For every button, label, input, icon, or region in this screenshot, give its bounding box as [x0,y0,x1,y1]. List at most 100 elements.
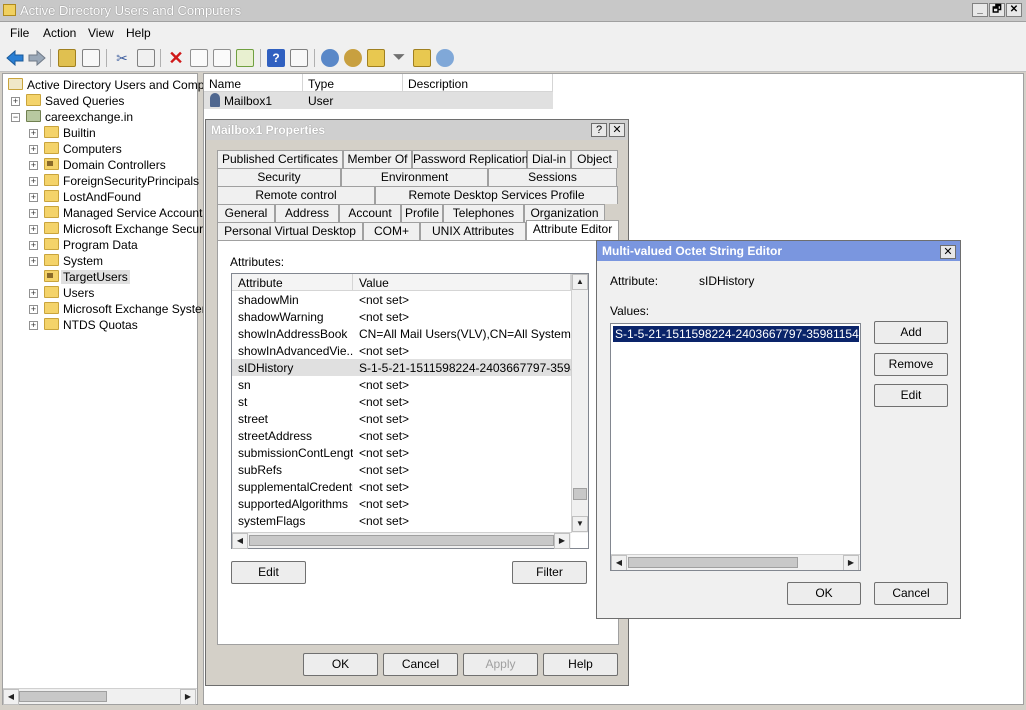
expand-icon[interactable]: + [29,129,38,138]
expand-icon[interactable]: + [29,209,38,218]
tab-security[interactable]: Security [217,168,341,186]
properties-icon[interactable] [190,49,208,67]
scroll-thumb[interactable] [628,557,798,568]
scroll-left-icon[interactable]: ◀ [611,555,627,570]
help-icon[interactable]: ? [267,49,285,67]
restore-button[interactable]: 🗗 [989,3,1005,17]
menu-view[interactable]: View [88,26,114,40]
expand-icon[interactable]: + [29,257,38,266]
grid-header-value[interactable]: Value [353,274,571,291]
minimize-button[interactable]: _ [972,3,988,17]
attribute-row[interactable]: shadowWarning <not set> [232,308,571,325]
column-header-name[interactable]: Name [204,74,303,92]
new-user-icon[interactable] [321,49,339,67]
expand-icon[interactable]: + [29,161,38,170]
up-folder-icon[interactable] [58,49,76,67]
forward-arrow-icon[interactable] [28,50,46,66]
expand-icon[interactable]: + [11,97,20,106]
tab-attribute-editor[interactable]: Attribute Editor [526,220,619,240]
attribute-row[interactable]: shadowMin <not set> [232,291,571,308]
attribute-row[interactable]: sIDHistory S-1-5-21-1511598224-2403667797… [232,359,571,376]
menu-file[interactable]: File [10,26,29,40]
back-arrow-icon[interactable] [6,50,24,66]
editor-cancel-button[interactable]: Cancel [874,582,948,605]
attribute-row[interactable]: streetAddress <not set> [232,427,571,444]
tab-sessions[interactable]: Sessions [488,168,617,186]
tab-telephones[interactable]: Telephones [443,204,524,222]
attribute-row[interactable]: supplementalCredenti... <not set> [232,478,571,495]
edit-attribute-button[interactable]: Edit [231,561,306,584]
properties-apply-button[interactable]: Apply [463,653,538,676]
close-button[interactable]: ✕ [1006,3,1022,17]
expand-icon[interactable]: + [29,289,38,298]
action-pane-icon[interactable] [290,49,308,67]
tab-account[interactable]: Account [339,204,401,222]
scroll-up-icon[interactable]: ▲ [572,274,588,290]
scroll-down-icon[interactable]: ▼ [572,516,588,532]
tab-environment[interactable]: Environment [341,168,488,186]
menu-action[interactable]: Action [43,26,76,40]
filter-icon[interactable]: ⏷ [390,49,408,67]
value-item-selected[interactable]: S-1-5-21-1511598224-2403667797-359811546… [613,326,859,342]
tab-dial-in[interactable]: Dial-in [527,150,571,168]
grid-horizontal-scrollbar[interactable]: ◀ ▶ [232,532,571,549]
copy-icon[interactable] [137,49,155,67]
tab-address[interactable]: Address [275,204,339,222]
properties-ok-button[interactable]: OK [303,653,378,676]
tab-general[interactable]: General [217,204,275,222]
list-item-mailbox1[interactable]: Mailbox1 User [204,92,553,109]
properties-help-action-button[interactable]: Help [543,653,618,676]
tab-remote-control[interactable]: Remote control [217,186,375,204]
tab-published-certificates[interactable]: Published Certificates [217,150,343,168]
expand-icon[interactable]: + [29,193,38,202]
find-icon[interactable] [413,49,431,67]
expand-icon[interactable]: + [29,241,38,250]
delete-icon[interactable]: ✕ [167,49,185,67]
tab-password-replication[interactable]: Password Replication [412,150,528,168]
properties-cancel-button[interactable]: Cancel [383,653,458,676]
scroll-right-icon[interactable]: ▶ [843,555,859,570]
collapse-icon[interactable]: − [11,113,20,122]
grid-header-attribute[interactable]: Attribute [232,274,353,291]
attribute-row[interactable]: submissionContLength <not set> [232,444,571,461]
attribute-row[interactable]: st <not set> [232,393,571,410]
filter-button[interactable]: Filter [512,561,587,584]
tab-personal-virtual-desktop[interactable]: Personal Virtual Desktop [217,222,363,240]
refresh-icon[interactable] [213,49,231,67]
add-to-group-icon[interactable] [436,49,454,67]
values-listbox[interactable]: S-1-5-21-1511598224-2403667797-359811546… [610,323,861,571]
editor-close-button[interactable]: ✕ [940,245,956,259]
scroll-thumb[interactable] [573,488,587,500]
attribute-row[interactable]: street <not set> [232,410,571,427]
attribute-row[interactable]: subRefs <not set> [232,461,571,478]
tab-remote-desktop-services-profile[interactable]: Remote Desktop Services Profile [375,186,618,204]
remove-value-button[interactable]: Remove [874,353,948,376]
new-group-icon[interactable] [344,49,362,67]
new-ou-icon[interactable] [367,49,385,67]
menu-help[interactable]: Help [126,26,151,40]
scroll-right-icon[interactable]: ▶ [554,533,570,549]
attribute-row[interactable]: supportedAlgorithms <not set> [232,495,571,512]
attribute-row[interactable]: systemFlags <not set> [232,512,571,529]
expand-icon[interactable]: + [29,321,38,330]
attribute-row[interactable]: showInAddressBook CN=All Mail Users(VLV),… [232,325,571,342]
tab-unix-attributes[interactable]: UNIX Attributes [420,222,526,240]
column-header-type[interactable]: Type [303,74,403,92]
expand-icon[interactable]: + [29,145,38,154]
tab-member-of[interactable]: Member Of [343,150,412,168]
attribute-row[interactable]: sn <not set> [232,376,571,393]
cut-icon[interactable]: ✂ [113,49,131,67]
show-hide-tree-icon[interactable] [82,49,100,67]
expand-icon[interactable]: + [29,305,38,314]
scroll-thumb[interactable] [249,535,554,546]
tree-horizontal-scrollbar[interactable]: ◀ ▶ [3,688,197,705]
attribute-row[interactable]: showInAdvancedVie... <not set> [232,342,571,359]
expand-icon[interactable]: + [29,225,38,234]
edit-value-button[interactable]: Edit [874,384,948,407]
scroll-thumb[interactable] [19,691,107,702]
properties-close-button[interactable]: ✕ [609,123,625,137]
column-header-description[interactable]: Description [403,74,553,92]
editor-ok-button[interactable]: OK [787,582,861,605]
properties-help-button[interactable]: ? [591,123,607,137]
expand-icon[interactable]: + [29,177,38,186]
